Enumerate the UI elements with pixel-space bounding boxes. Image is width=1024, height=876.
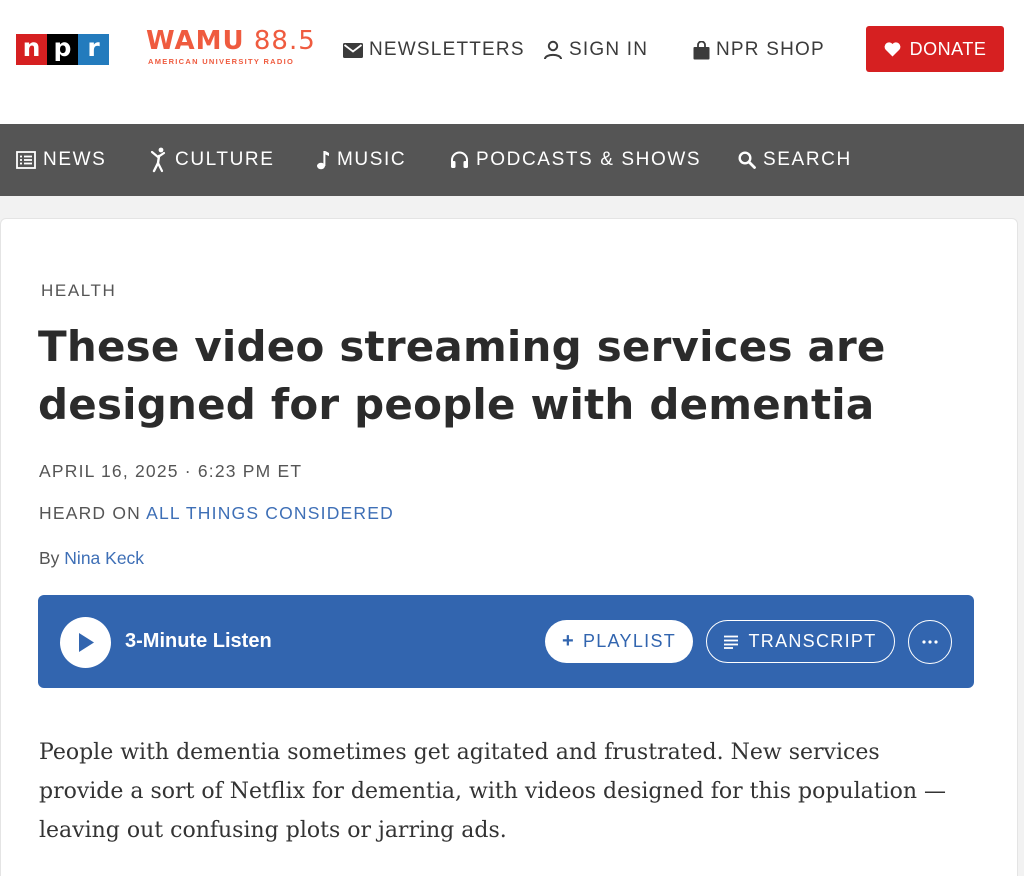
transcript-label: TRANSCRIPT: [748, 631, 877, 651]
heard-on-prefix: HEARD ON: [39, 503, 147, 523]
listen-duration: 3-Minute Listen: [125, 630, 272, 652]
culture-figure-icon: [150, 147, 166, 173]
playlist-label: PLAYLIST: [582, 631, 677, 651]
nav-item-search[interactable]: SEARCH: [738, 148, 852, 172]
nav-podcasts-label: PODCASTS & SHOWS: [476, 149, 702, 170]
shopping-bag-icon: [693, 40, 710, 59]
music-note-icon: [317, 151, 329, 170]
station-tagline: AMERICAN UNIVERSITY RADIO: [148, 57, 295, 66]
newsletters-label: NEWSLETTERS: [369, 39, 525, 60]
ellipsis-icon: [922, 640, 938, 644]
npr-shop-label: NPR SHOP: [716, 39, 825, 60]
npr-shop-link[interactable]: NPR SHOP: [693, 38, 825, 62]
nav-search-label: SEARCH: [763, 149, 852, 170]
donate-button[interactable]: DONATE: [866, 26, 1004, 72]
nav-music-label: MUSIC: [337, 149, 407, 170]
more-options-button[interactable]: [908, 620, 952, 664]
station-frequency: 88.5: [253, 26, 316, 56]
user-icon: [544, 40, 562, 60]
heart-icon: [884, 41, 901, 56]
byline-prefix: By: [39, 548, 65, 568]
audio-player: 3-Minute Listen + PLAYLIST TRANSCRIPT: [38, 595, 974, 688]
station-logo[interactable]: WAMU 88.5 AMERICAN UNIVERSITY RADIO: [146, 26, 316, 66]
npr-logo-r: r: [78, 34, 109, 65]
nav-news-label: NEWS: [43, 149, 107, 170]
envelope-icon: [343, 42, 363, 58]
npr-logo[interactable]: n p r: [16, 34, 109, 65]
plus-icon: +: [561, 630, 575, 652]
nav-culture-label: CULTURE: [175, 149, 275, 170]
nav-item-culture[interactable]: CULTURE: [150, 147, 275, 173]
heard-on: HEARD ON ALL THINGS CONSIDERED: [39, 503, 394, 524]
npr-logo-n: n: [16, 34, 47, 65]
article-teaser: People with dementia sometimes get agita…: [39, 740, 947, 843]
play-button[interactable]: [60, 617, 111, 668]
transcript-button[interactable]: TRANSCRIPT: [706, 620, 895, 663]
news-icon: [16, 151, 36, 169]
author-link[interactable]: Nina Keck: [64, 548, 144, 568]
donate-label: DONATE: [909, 38, 987, 59]
station-name: WAMU: [146, 26, 245, 56]
site-header: n p r WAMU 88.5 AMERICAN UNIVERSITY RADI…: [0, 0, 1024, 124]
nav-item-podcasts-shows[interactable]: PODCASTS & SHOWS: [450, 148, 701, 172]
byline: By Nina Keck: [39, 548, 144, 569]
play-icon: [78, 633, 94, 652]
nav-item-music[interactable]: MUSIC: [316, 148, 406, 172]
article-slug[interactable]: HEALTH: [41, 281, 116, 301]
headphones-icon: [451, 151, 468, 168]
transcript-icon: [724, 635, 739, 649]
main-nav: NEWS CULTURE MUSIC PODCASTS & SHOWS SEAR…: [0, 124, 1024, 196]
npr-logo-p: p: [47, 34, 78, 65]
sign-in-link[interactable]: SIGN IN: [543, 38, 648, 62]
article-headline: These video streaming services are desig…: [38, 322, 886, 429]
nav-item-news[interactable]: NEWS: [16, 148, 106, 172]
article-date: APRIL 16, 2025 · 6:23 PM ET: [39, 461, 303, 481]
playlist-button[interactable]: + PLAYLIST: [545, 620, 693, 663]
sign-in-label: SIGN IN: [569, 39, 649, 60]
program-link[interactable]: ALL THINGS CONSIDERED: [146, 503, 394, 523]
search-icon: [738, 151, 756, 169]
newsletters-link[interactable]: NEWSLETTERS: [343, 38, 525, 62]
